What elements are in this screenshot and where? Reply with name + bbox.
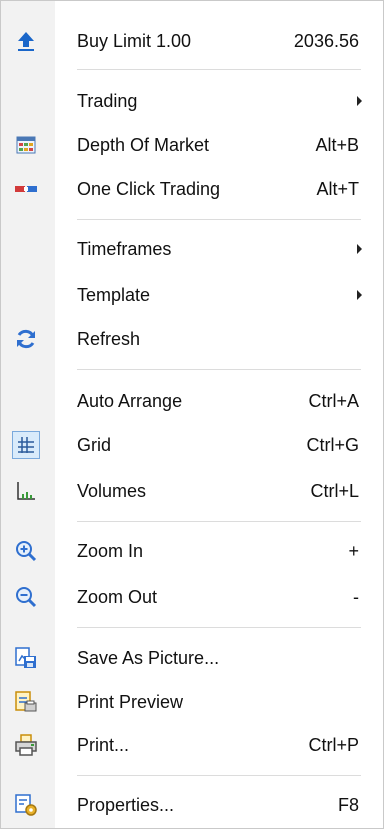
menu-item-shortcut: Ctrl+G bbox=[306, 434, 359, 455]
zoom-out-icon bbox=[13, 584, 39, 610]
menu-item-grid[interactable]: Grid Ctrl+G bbox=[1, 425, 383, 465]
properties-icon bbox=[13, 792, 39, 818]
print-preview-icon bbox=[13, 689, 39, 715]
menu-item-label: Buy Limit 1.00 bbox=[77, 30, 192, 51]
menu-item-auto-arrange[interactable]: Auto Arrange Ctrl+A bbox=[1, 381, 383, 421]
volumes-icon bbox=[13, 478, 39, 504]
submenu-arrow-icon bbox=[357, 96, 362, 106]
grid-icon bbox=[12, 431, 40, 459]
depth-of-market-icon bbox=[13, 132, 39, 158]
menu-separator bbox=[77, 369, 361, 370]
menu-item-properties[interactable]: Properties... F8 bbox=[1, 785, 383, 825]
menu-separator bbox=[77, 627, 361, 628]
zoom-in-icon bbox=[13, 538, 39, 564]
menu-item-label: One Click Trading bbox=[77, 178, 221, 199]
context-menu: Buy Limit 1.00 2036.56 Trading Depth Of … bbox=[0, 0, 384, 829]
menu-item-shortcut: Ctrl+L bbox=[310, 480, 359, 501]
buy-limit-arrow-icon bbox=[13, 28, 39, 54]
menu-item-timeframes[interactable]: Timeframes bbox=[1, 229, 383, 269]
menu-item-label: Trading bbox=[77, 90, 138, 111]
menu-item-label: Save As Picture... bbox=[77, 647, 220, 668]
menu-item-label: Template bbox=[77, 284, 151, 305]
save-as-picture-icon bbox=[13, 645, 39, 671]
menu-item-shortcut: Ctrl+A bbox=[308, 390, 359, 411]
submenu-arrow-icon bbox=[357, 290, 362, 300]
menu-item-label: Timeframes bbox=[77, 238, 172, 259]
menu-item-label: Grid bbox=[77, 434, 112, 455]
menu-item-trading[interactable]: Trading bbox=[1, 81, 383, 121]
menu-item-save-as-picture[interactable]: Save As Picture... bbox=[1, 638, 383, 678]
menu-item-volumes[interactable]: Volumes Ctrl+L bbox=[1, 471, 383, 511]
menu-item-zoom-in[interactable]: Zoom In + bbox=[1, 531, 383, 571]
menu-item-shortcut: Ctrl+P bbox=[308, 734, 359, 755]
refresh-icon bbox=[13, 326, 39, 352]
menu-item-label: Zoom In bbox=[77, 540, 144, 561]
printer-icon bbox=[13, 732, 39, 758]
one-click-trading-icon bbox=[13, 176, 39, 202]
menu-item-label: Print Preview bbox=[77, 691, 184, 712]
menu-item-refresh[interactable]: Refresh bbox=[1, 319, 383, 359]
menu-item-zoom-out[interactable]: Zoom Out - bbox=[1, 577, 383, 617]
menu-item-buy-limit[interactable]: Buy Limit 1.00 2036.56 bbox=[1, 21, 383, 61]
menu-separator bbox=[77, 69, 361, 70]
menu-separator bbox=[77, 775, 361, 776]
menu-separator bbox=[77, 521, 361, 522]
menu-item-depth-of-market[interactable]: Depth Of Market Alt+B bbox=[1, 125, 383, 165]
menu-item-print-preview[interactable]: Print Preview bbox=[1, 682, 383, 722]
submenu-arrow-icon bbox=[357, 244, 362, 254]
menu-item-label: Auto Arrange bbox=[77, 390, 183, 411]
menu-item-label: Properties... bbox=[77, 794, 175, 815]
menu-item-label: Refresh bbox=[77, 328, 141, 349]
menu-item-label: Zoom Out bbox=[77, 586, 158, 607]
menu-item-shortcut: + bbox=[348, 540, 359, 561]
menu-item-label: Print... bbox=[77, 734, 130, 755]
menu-item-shortcut: Alt+B bbox=[315, 134, 359, 155]
menu-item-one-click-trading[interactable]: One Click Trading Alt+T bbox=[1, 169, 383, 209]
menu-separator bbox=[77, 219, 361, 220]
menu-item-print[interactable]: Print... Ctrl+P bbox=[1, 725, 383, 765]
menu-item-shortcut: 2036.56 bbox=[293, 30, 359, 51]
menu-item-label: Depth Of Market bbox=[77, 134, 210, 155]
menu-item-shortcut: F8 bbox=[337, 794, 359, 815]
menu-item-template[interactable]: Template bbox=[1, 275, 383, 315]
menu-item-shortcut: Alt+T bbox=[316, 178, 359, 199]
menu-item-shortcut: - bbox=[353, 586, 359, 607]
menu-item-label: Volumes bbox=[77, 480, 147, 501]
